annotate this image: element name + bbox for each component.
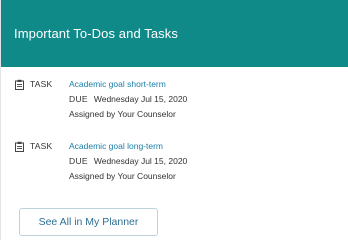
task-due-date: Wednesday Jul 15, 2020 (93, 156, 188, 166)
task-assigned-by: Assigned by Your Counselor (69, 171, 176, 181)
task-item: TASK Academic goal short-term DUE Wednesd… (1, 78, 348, 124)
card-header: Important To-Dos and Tasks (1, 0, 348, 67)
task-clipboard-icon (15, 141, 24, 152)
task-title-link[interactable]: Academic goal short-term (69, 78, 166, 90)
task-type: TASK (14, 140, 52, 152)
task-due: DUE Wednesday Jul 15, 2020 (69, 155, 187, 167)
task-due-label: DUE (69, 94, 88, 104)
task-clipboard-icon (15, 79, 24, 90)
task-due-label: DUE (69, 156, 88, 166)
task-type-label: TASK (30, 79, 53, 89)
task-item: TASK Academic goal long-term DUE Wednesda… (1, 140, 348, 186)
task-assigned-by: Assigned by Your Counselor (69, 109, 176, 119)
task-type: TASK (14, 78, 52, 90)
task-due-date: Wednesday Jul 15, 2020 (93, 94, 188, 104)
task-title-link[interactable]: Academic goal long-term (69, 140, 163, 152)
task-due: DUE Wednesday Jul 15, 2020 (69, 93, 187, 105)
task-type-label: TASK (30, 141, 53, 151)
todo-card: Important To-Dos and Tasks TASK Academic… (0, 0, 348, 240)
card-title: Important To-Dos and Tasks (14, 26, 178, 41)
see-all-planner-button[interactable]: See All in My Planner (19, 208, 158, 236)
